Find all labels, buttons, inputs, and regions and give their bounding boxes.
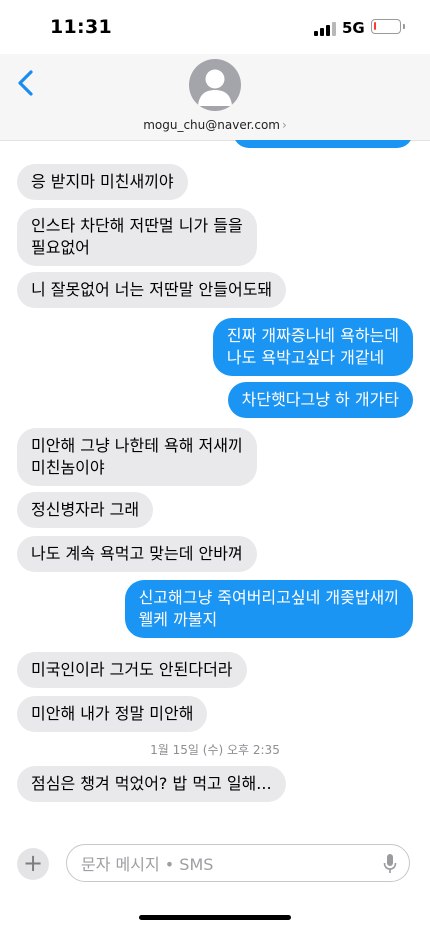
person-icon (198, 69, 232, 106)
contact-address: mogu_chu@naver.com (143, 118, 280, 132)
message-line: 나도 욕박고싶다 개같네 (226, 348, 385, 367)
add-attachment-button[interactable]: + (17, 848, 49, 880)
message-field[interactable] (66, 844, 410, 883)
plus-icon: + (22, 849, 44, 877)
sent-message-bubble[interactable]: 진짜 개짜증나네 욕하는데나도 욕박고싶다 개같네 (212, 318, 413, 376)
received-message-bubble[interactable]: 정신병자라 그래 (17, 492, 154, 528)
cellular-signal-icon (314, 22, 336, 36)
message-line: 웰케 까불지 (138, 610, 218, 629)
chevron-right-icon: › (281, 118, 287, 132)
network-type: 5G (342, 19, 365, 37)
received-message-bubble[interactable]: 점심은 챙겨 먹었어? 밥 먹고 일해... (17, 766, 286, 802)
message-line: 정신병자라 그래 (31, 500, 140, 519)
sent-message-bubble[interactable]: 신고해그냥 죽여버리고싶네 개좆밥새끼웰케 까불지 (124, 580, 413, 638)
message-line: 필요없어 (31, 238, 90, 257)
message-line: 응 받지마 미친새끼야 (31, 172, 174, 191)
received-message-bubble[interactable]: 미안해 그냥 나한테 욕해 저새끼미친놈이야 (17, 428, 257, 486)
compose-bar: + (0, 838, 430, 890)
message-line: 나도 계속 욕먹고 맞는데 안바껴 (31, 544, 243, 563)
received-message-bubble[interactable]: 미국인이라 그거도 안된다더라 (17, 652, 247, 688)
message-thread[interactable]: 응 받지마 미친새끼야인스타 차단해 저딴멀 니가 들을필요없어니 잘못없어 너… (0, 140, 430, 812)
message-bubble-partial (233, 140, 413, 148)
message-line: 미안해 내가 정말 미안해 (31, 704, 194, 723)
sent-message-bubble[interactable]: 차단햇다그냥 하 개가타 (227, 382, 413, 418)
message-input[interactable] (67, 845, 383, 883)
message-line: 미안해 그냥 나한테 욕해 저새끼 (31, 436, 243, 455)
message-line: 신고해그냥 죽여버리고싶네 개좆밥새끼 (138, 588, 399, 607)
status-time: 11:31 (50, 16, 112, 38)
timestamp: 1월 15일 (수) 오후 2:35 (150, 743, 280, 757)
received-message-bubble[interactable]: 미안해 내가 정말 미안해 (17, 696, 208, 732)
message-line: 미친놈이야 (31, 458, 105, 477)
chevron-left-icon (18, 70, 33, 96)
message-line: 니 잘못없어 너는 저딴말 안들어도돼 (31, 280, 273, 299)
message-line: 차단햇다그냥 하 개가타 (241, 390, 399, 409)
message-line: 미국인이라 그거도 안된다더라 (31, 660, 233, 679)
message-line: 점심은 챙겨 먹었어? 밥 먹고 일해... (31, 774, 272, 793)
received-message-bubble[interactable]: 나도 계속 욕먹고 맞는데 안바껴 (17, 536, 257, 572)
received-message-bubble[interactable]: 응 받지마 미친새끼야 (17, 164, 188, 200)
microphone-icon[interactable] (383, 853, 397, 875)
home-indicator (139, 915, 291, 920)
avatar[interactable] (189, 59, 241, 111)
contact-name[interactable]: mogu_chu@naver.com › (0, 118, 430, 132)
received-message-bubble[interactable]: 인스타 차단해 저딴멀 니가 들을필요없어 (17, 208, 257, 266)
message-line: 인스타 차단해 저딴멀 니가 들을 (31, 216, 243, 235)
battery-level (374, 22, 376, 30)
message-line: 진짜 개짜증나네 욕하는데 (226, 326, 399, 345)
battery-icon (371, 19, 405, 34)
received-message-bubble[interactable]: 니 잘못없어 너는 저딴말 안들어도돼 (17, 272, 287, 308)
status-bar: 11:31 5G (0, 0, 430, 54)
back-button[interactable] (14, 68, 38, 98)
conversation-header: mogu_chu@naver.com › (0, 54, 430, 141)
